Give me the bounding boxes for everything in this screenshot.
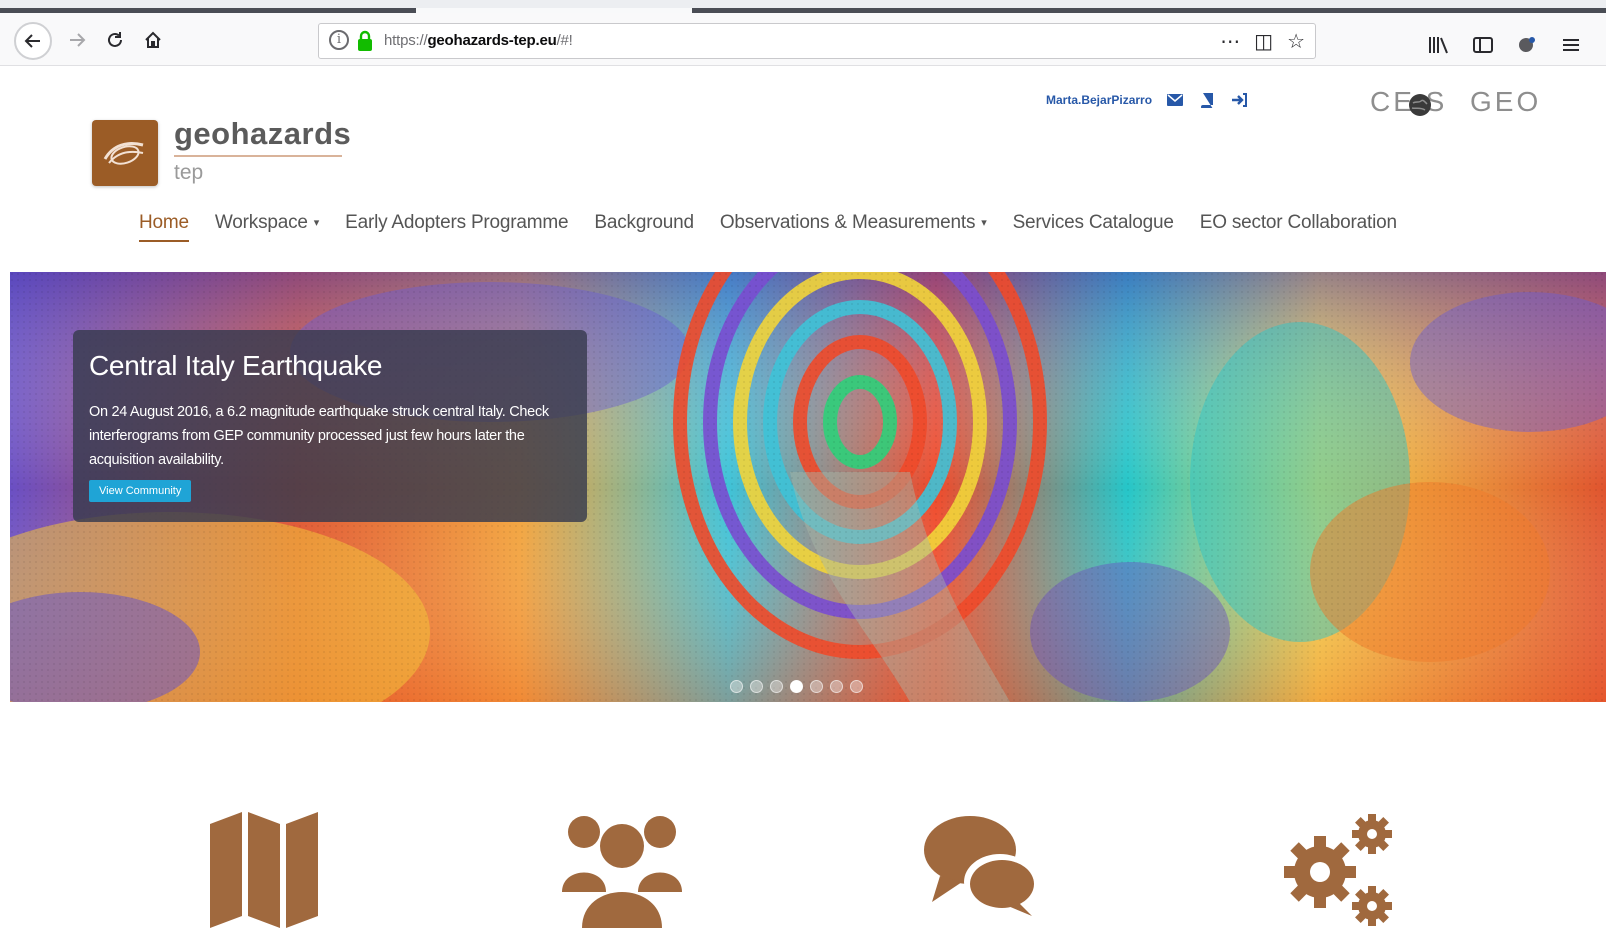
logo-title[interactable]: geohazards bbox=[174, 116, 351, 152]
user-area: Marta.BejarPizarro bbox=[1046, 91, 1248, 109]
info-icon[interactable]: i bbox=[329, 30, 349, 50]
back-arrow-icon bbox=[24, 34, 40, 48]
menu-item-early-adopters[interactable]: Early Adopters Programme bbox=[332, 212, 581, 234]
forward-arrow-icon bbox=[70, 33, 86, 47]
url-bar[interactable]: i https://geohazards-tep.eu/#! ⋯ ◫ ☆ bbox=[318, 23, 1316, 59]
globe-icon bbox=[1409, 94, 1431, 116]
map-icon[interactable] bbox=[206, 810, 322, 930]
back-button[interactable] bbox=[14, 22, 52, 60]
url-prefix: https:// bbox=[384, 32, 428, 49]
sidebar-icon[interactable] bbox=[1472, 35, 1494, 55]
menu-item-services-catalogue[interactable]: Services Catalogue bbox=[1000, 212, 1187, 234]
user-name-link[interactable]: Marta.BejarPizarro bbox=[1046, 93, 1152, 107]
reload-button[interactable] bbox=[98, 23, 132, 57]
logo-mark-icon bbox=[103, 142, 144, 165]
chat-icon[interactable] bbox=[922, 810, 1038, 930]
logo-divider bbox=[174, 155, 342, 157]
menu-item-background[interactable]: Background bbox=[581, 212, 706, 234]
url-suffix: /#! bbox=[556, 32, 573, 49]
page-actions-menu-icon[interactable]: ⋯ bbox=[1220, 29, 1240, 54]
menu-item-workspace[interactable]: Workspace ▾ bbox=[202, 212, 332, 234]
book-icon[interactable] bbox=[1198, 91, 1216, 109]
mail-icon[interactable] bbox=[1166, 91, 1184, 109]
site-logo[interactable] bbox=[92, 120, 158, 186]
logo-subtitle: tep bbox=[174, 161, 204, 184]
home-button[interactable] bbox=[136, 23, 170, 57]
carousel-dot-4[interactable] bbox=[790, 680, 803, 693]
library-icon[interactable] bbox=[1428, 35, 1450, 55]
home-icon bbox=[145, 31, 161, 48]
menu-label: Workspace bbox=[214, 212, 308, 233]
bookmark-star-icon[interactable]: ☆ bbox=[1287, 29, 1305, 54]
menu-label: Early Adopters Programme bbox=[345, 212, 569, 233]
carousel-dot-6[interactable] bbox=[830, 680, 843, 693]
caret-down-icon: ▾ bbox=[313, 217, 320, 230]
carousel-dot-1[interactable] bbox=[730, 680, 743, 693]
main-menu: Home Workspace ▾ Early Adopters Programme… bbox=[126, 212, 1410, 242]
menu-label: Services Catalogue bbox=[1012, 212, 1174, 233]
carousel-caption: Central Italy Earthquake On 24 August 20… bbox=[73, 330, 587, 522]
menu-item-observations[interactable]: Observations & Measurements ▾ bbox=[707, 212, 1000, 234]
geo-logo[interactable]: GEO bbox=[1470, 86, 1541, 118]
view-community-button[interactable]: View Community bbox=[89, 480, 192, 502]
sign-out-icon[interactable] bbox=[1230, 91, 1248, 109]
caret-down-icon: ▾ bbox=[981, 217, 987, 230]
carousel-dot-5[interactable] bbox=[810, 680, 823, 693]
caption-text: On 24 August 2016, a 6.2 magnitude earth… bbox=[89, 404, 549, 468]
menu-label: Observations & Measurements bbox=[719, 212, 976, 233]
web-page: geohazards tep Marta.BejarPizarro CE S G… bbox=[10, 66, 1606, 951]
menu-label: Background bbox=[594, 212, 694, 233]
toolbar-right bbox=[1428, 35, 1582, 55]
carousel-dot-2[interactable] bbox=[750, 680, 763, 693]
carousel-dot-3[interactable] bbox=[770, 680, 783, 693]
url-domain: geohazards-tep.eu bbox=[427, 32, 557, 49]
gears-icon[interactable] bbox=[1280, 810, 1400, 930]
pocket-icon[interactable]: ◫ bbox=[1254, 29, 1273, 54]
menu-item-eo-collaboration[interactable]: EO sector Collaboration bbox=[1187, 212, 1410, 234]
menu-label: Home bbox=[139, 212, 189, 233]
hero-carousel[interactable]: Central Italy Earthquake On 24 August 20… bbox=[10, 272, 1606, 702]
caption-title: Central Italy Earthquake bbox=[89, 350, 383, 381]
ceos-logo[interactable]: CE S bbox=[1370, 86, 1447, 118]
menu-item-home[interactable]: Home bbox=[126, 212, 202, 242]
carousel-indicators bbox=[730, 680, 863, 693]
extension-icon[interactable] bbox=[1516, 35, 1538, 55]
url-text[interactable]: https://geohazards-tep.eu/#! bbox=[384, 32, 573, 49]
reload-icon bbox=[108, 32, 122, 47]
carousel-dot-7[interactable] bbox=[850, 680, 863, 693]
page-actions: ⋯ ◫ ☆ bbox=[1220, 29, 1305, 54]
browser-toolbar: i https://geohazards-tep.eu/#! ⋯ ◫ ☆ bbox=[0, 13, 1606, 66]
lock-icon[interactable] bbox=[357, 30, 373, 52]
community-icon[interactable] bbox=[560, 810, 684, 930]
menu-label: EO sector Collaboration bbox=[1199, 212, 1397, 233]
menu-icon[interactable] bbox=[1560, 35, 1582, 55]
forward-button[interactable] bbox=[60, 23, 94, 57]
